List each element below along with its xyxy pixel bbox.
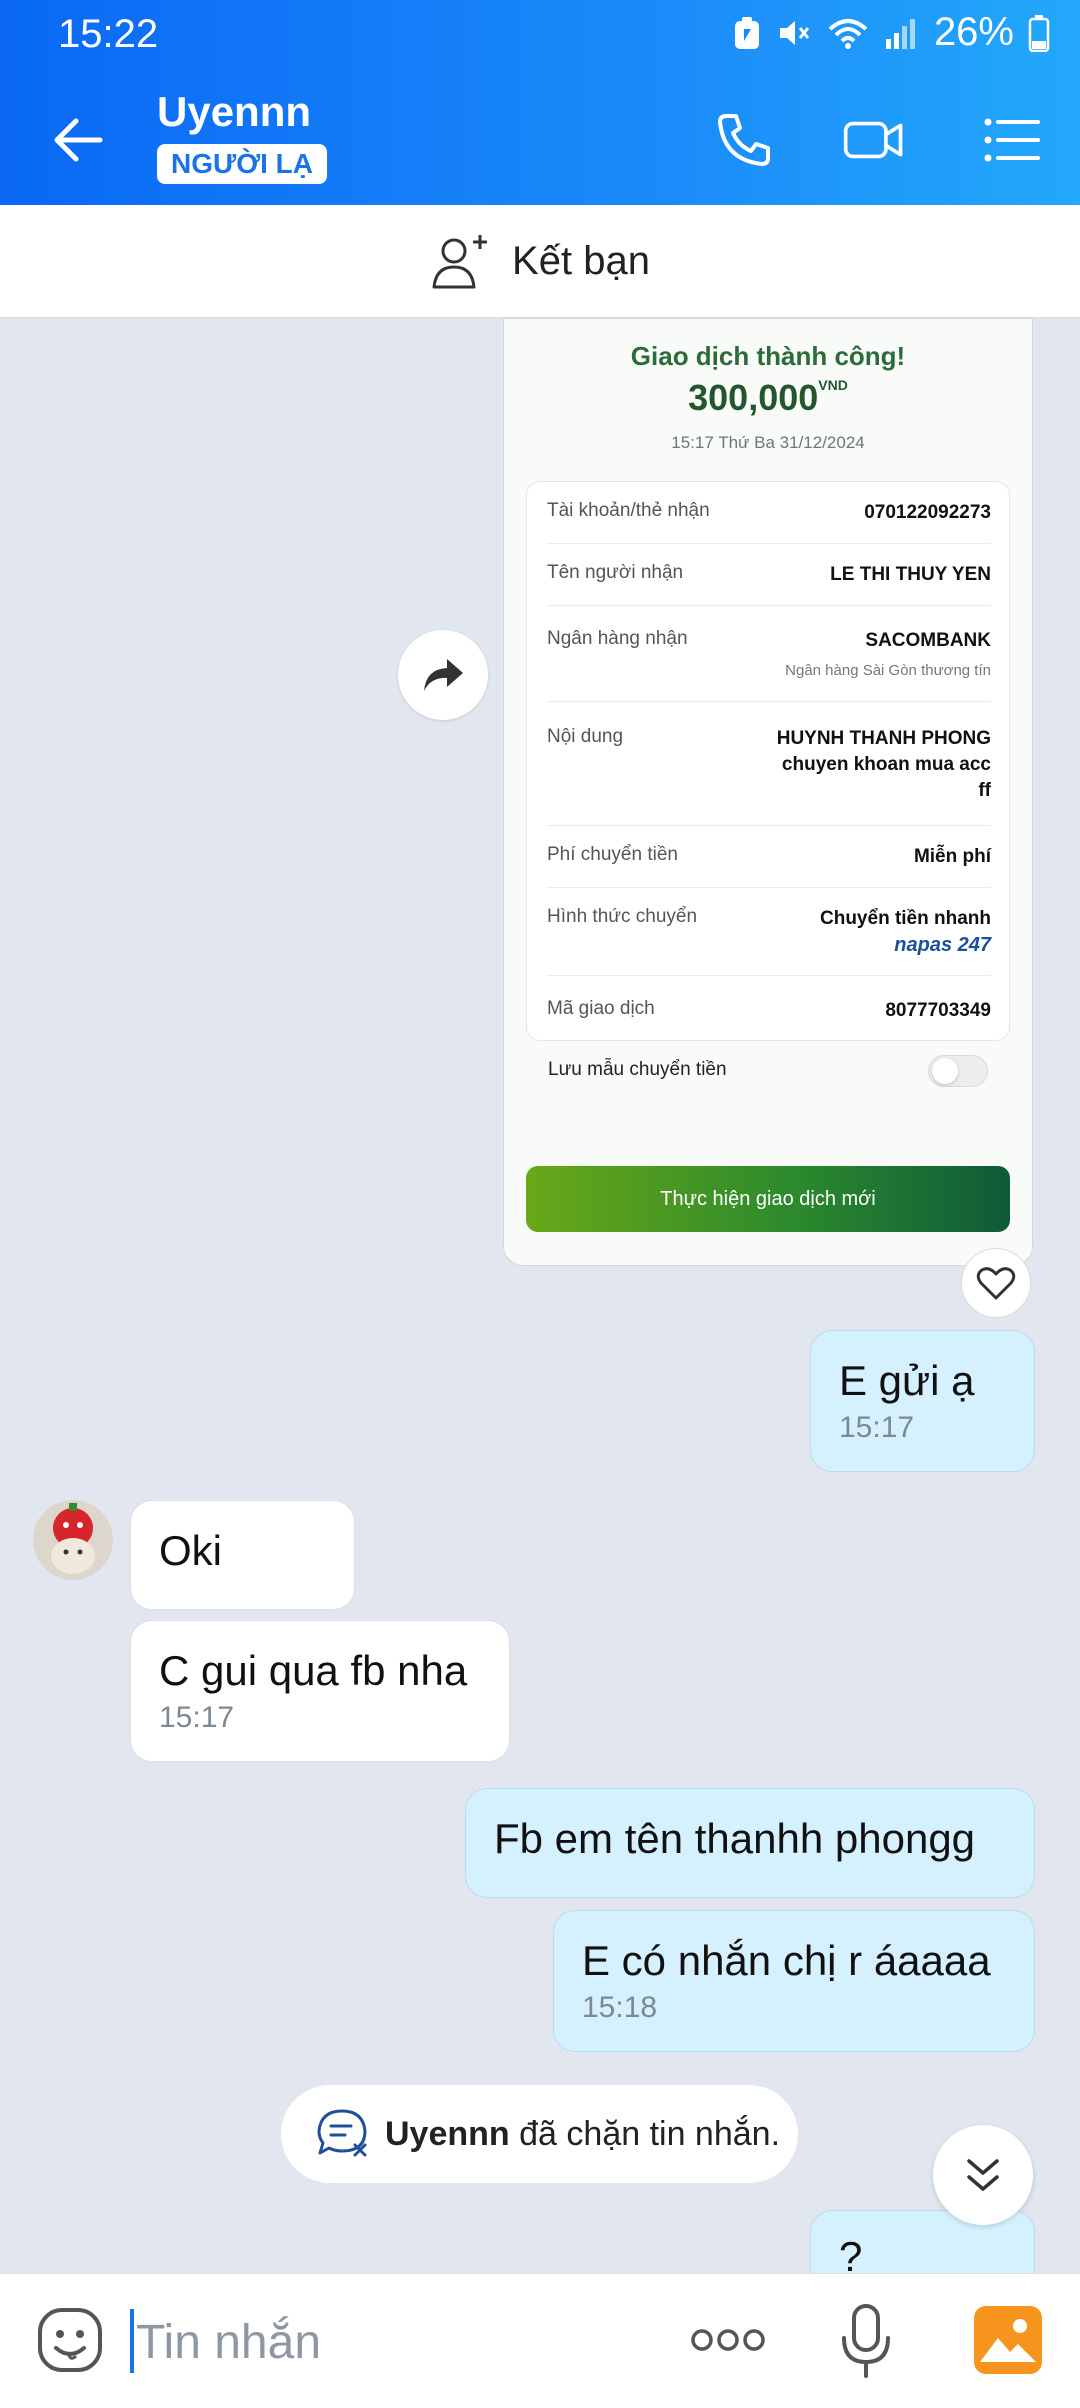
chat-blocked-icon [317,2109,367,2157]
message-bubble-sent[interactable]: E gửi ạ 15:17 [810,1330,1035,1472]
phone-call-icon[interactable] [712,108,776,172]
avatar-cat-image [33,1500,113,1580]
receipt-title: Giao dịch thành công! [630,341,906,371]
message-text: Fb em tên thanhh phongg [494,1815,976,1862]
add-friend-icon [432,235,488,289]
message-composer [0,2273,1080,2408]
battery-percent: 26% [933,10,1014,54]
signal-icon [885,18,915,49]
receipt-row: Tài khoản/thẻ nhận 070122092273 [547,482,991,544]
blocked-notice-text: đã chặn tin nhắn. [519,2114,781,2153]
receipt-row: Phí chuyển tiền Miễn phí [547,826,991,888]
forward-button[interactable] [398,630,488,720]
battery-icon [1028,14,1050,52]
battery-saver-icon [734,16,759,49]
add-friend-bar[interactable]: Kết bạn [0,205,1080,318]
more-options-icon[interactable] [690,2322,766,2358]
message-bubble-sent[interactable]: Fb em tên thanhh phongg [465,1788,1035,1898]
double-chevron-down-icon [967,2159,999,2191]
heart-icon [976,1267,1016,1300]
chat-header: Uyennn NGƯỜI LẠ [0,68,1080,205]
receipt-image-message[interactable]: Giao dịch thành công! 300,000VND 15:17 T… [503,318,1033,1266]
forward-arrow-icon [424,659,463,691]
message-bubble-sent[interactable]: E có nhắn chị r áaaaa 15:18 [553,1910,1035,2052]
contact-name[interactable]: Uyennn [157,88,311,136]
mute-icon [779,20,810,45]
save-template-label: Lưu mẫu chuyển tiền [548,1059,727,1080]
message-time: 15:17 [159,1701,235,1734]
stranger-badge: NGƯỜI LẠ [157,144,327,184]
message-input[interactable] [136,2310,656,2374]
video-call-icon[interactable] [842,108,906,172]
napas-logo: napas 247 [894,934,991,956]
wifi-icon [828,18,868,49]
message-text: E gửi ạ [839,1357,975,1404]
receipt-row: Ngân hàng nhận SACOMBANK Ngân hàng Sài G… [547,606,991,702]
status-bar: 15:22 26% [0,0,1080,68]
blocked-notice: Uyennn đã chặn tin nhắn. [281,2085,798,2183]
status-icons: 26% [732,10,1050,55]
menu-list-icon[interactable] [980,108,1044,172]
receipt-datetime: 15:17 Thứ Ba 31/12/2024 [671,433,865,452]
avatar[interactable] [33,1500,113,1580]
message-text: ? [839,2233,863,2273]
blocked-notice-name: Uyennn [385,2114,510,2153]
receipt-amount: 300,000VND [688,377,848,418]
new-transaction-button: Thực hiện giao dịch mới [526,1166,1010,1232]
scroll-down-button[interactable] [933,2125,1033,2225]
receipt-row: Nội dung HUYNH THANH PHONG chuyen khoan … [547,702,991,826]
receipt-row: Hình thức chuyển Chuyển tiền nhanh napas… [547,888,991,976]
message-text: Oki [159,1527,222,1574]
message-bubble-received[interactable]: C gui qua fb nha 15:17 [130,1620,510,1762]
message-bubble-received[interactable]: Oki [130,1500,355,1610]
add-friend-label: Kết bạn [512,238,650,283]
chat-area[interactable]: Giao dịch thành công! 300,000VND 15:17 T… [0,318,1080,2273]
message-time: 15:17 [839,1411,915,1444]
receipt-details: Tài khoản/thẻ nhận 070122092273 Tên ngườ… [526,481,1010,1041]
sacombank-label: SACOMBANK [865,630,991,651]
save-template-toggle [928,1055,988,1087]
message-time: 15:18 [582,1991,658,2024]
text-cursor [130,2309,134,2373]
top-bar: 15:22 26% Uyennn NGƯỜI LẠ [0,0,1080,205]
back-arrow-icon[interactable] [48,110,108,170]
image-gallery-icon[interactable] [972,2304,1044,2376]
status-time: 15:22 [58,12,159,56]
message-text: E có nhắn chị r áaaaa [582,1937,991,1984]
microphone-icon[interactable] [838,2302,894,2382]
message-text: C gui qua fb nha [159,1647,468,1694]
sticker-emoji-icon[interactable] [36,2306,104,2374]
react-heart-button[interactable] [961,1248,1031,1318]
receipt-row: Mã giao dịch 8077703349 [547,998,991,1021]
receipt-row: Tên người nhận LE THI THUY YEN [547,544,991,606]
